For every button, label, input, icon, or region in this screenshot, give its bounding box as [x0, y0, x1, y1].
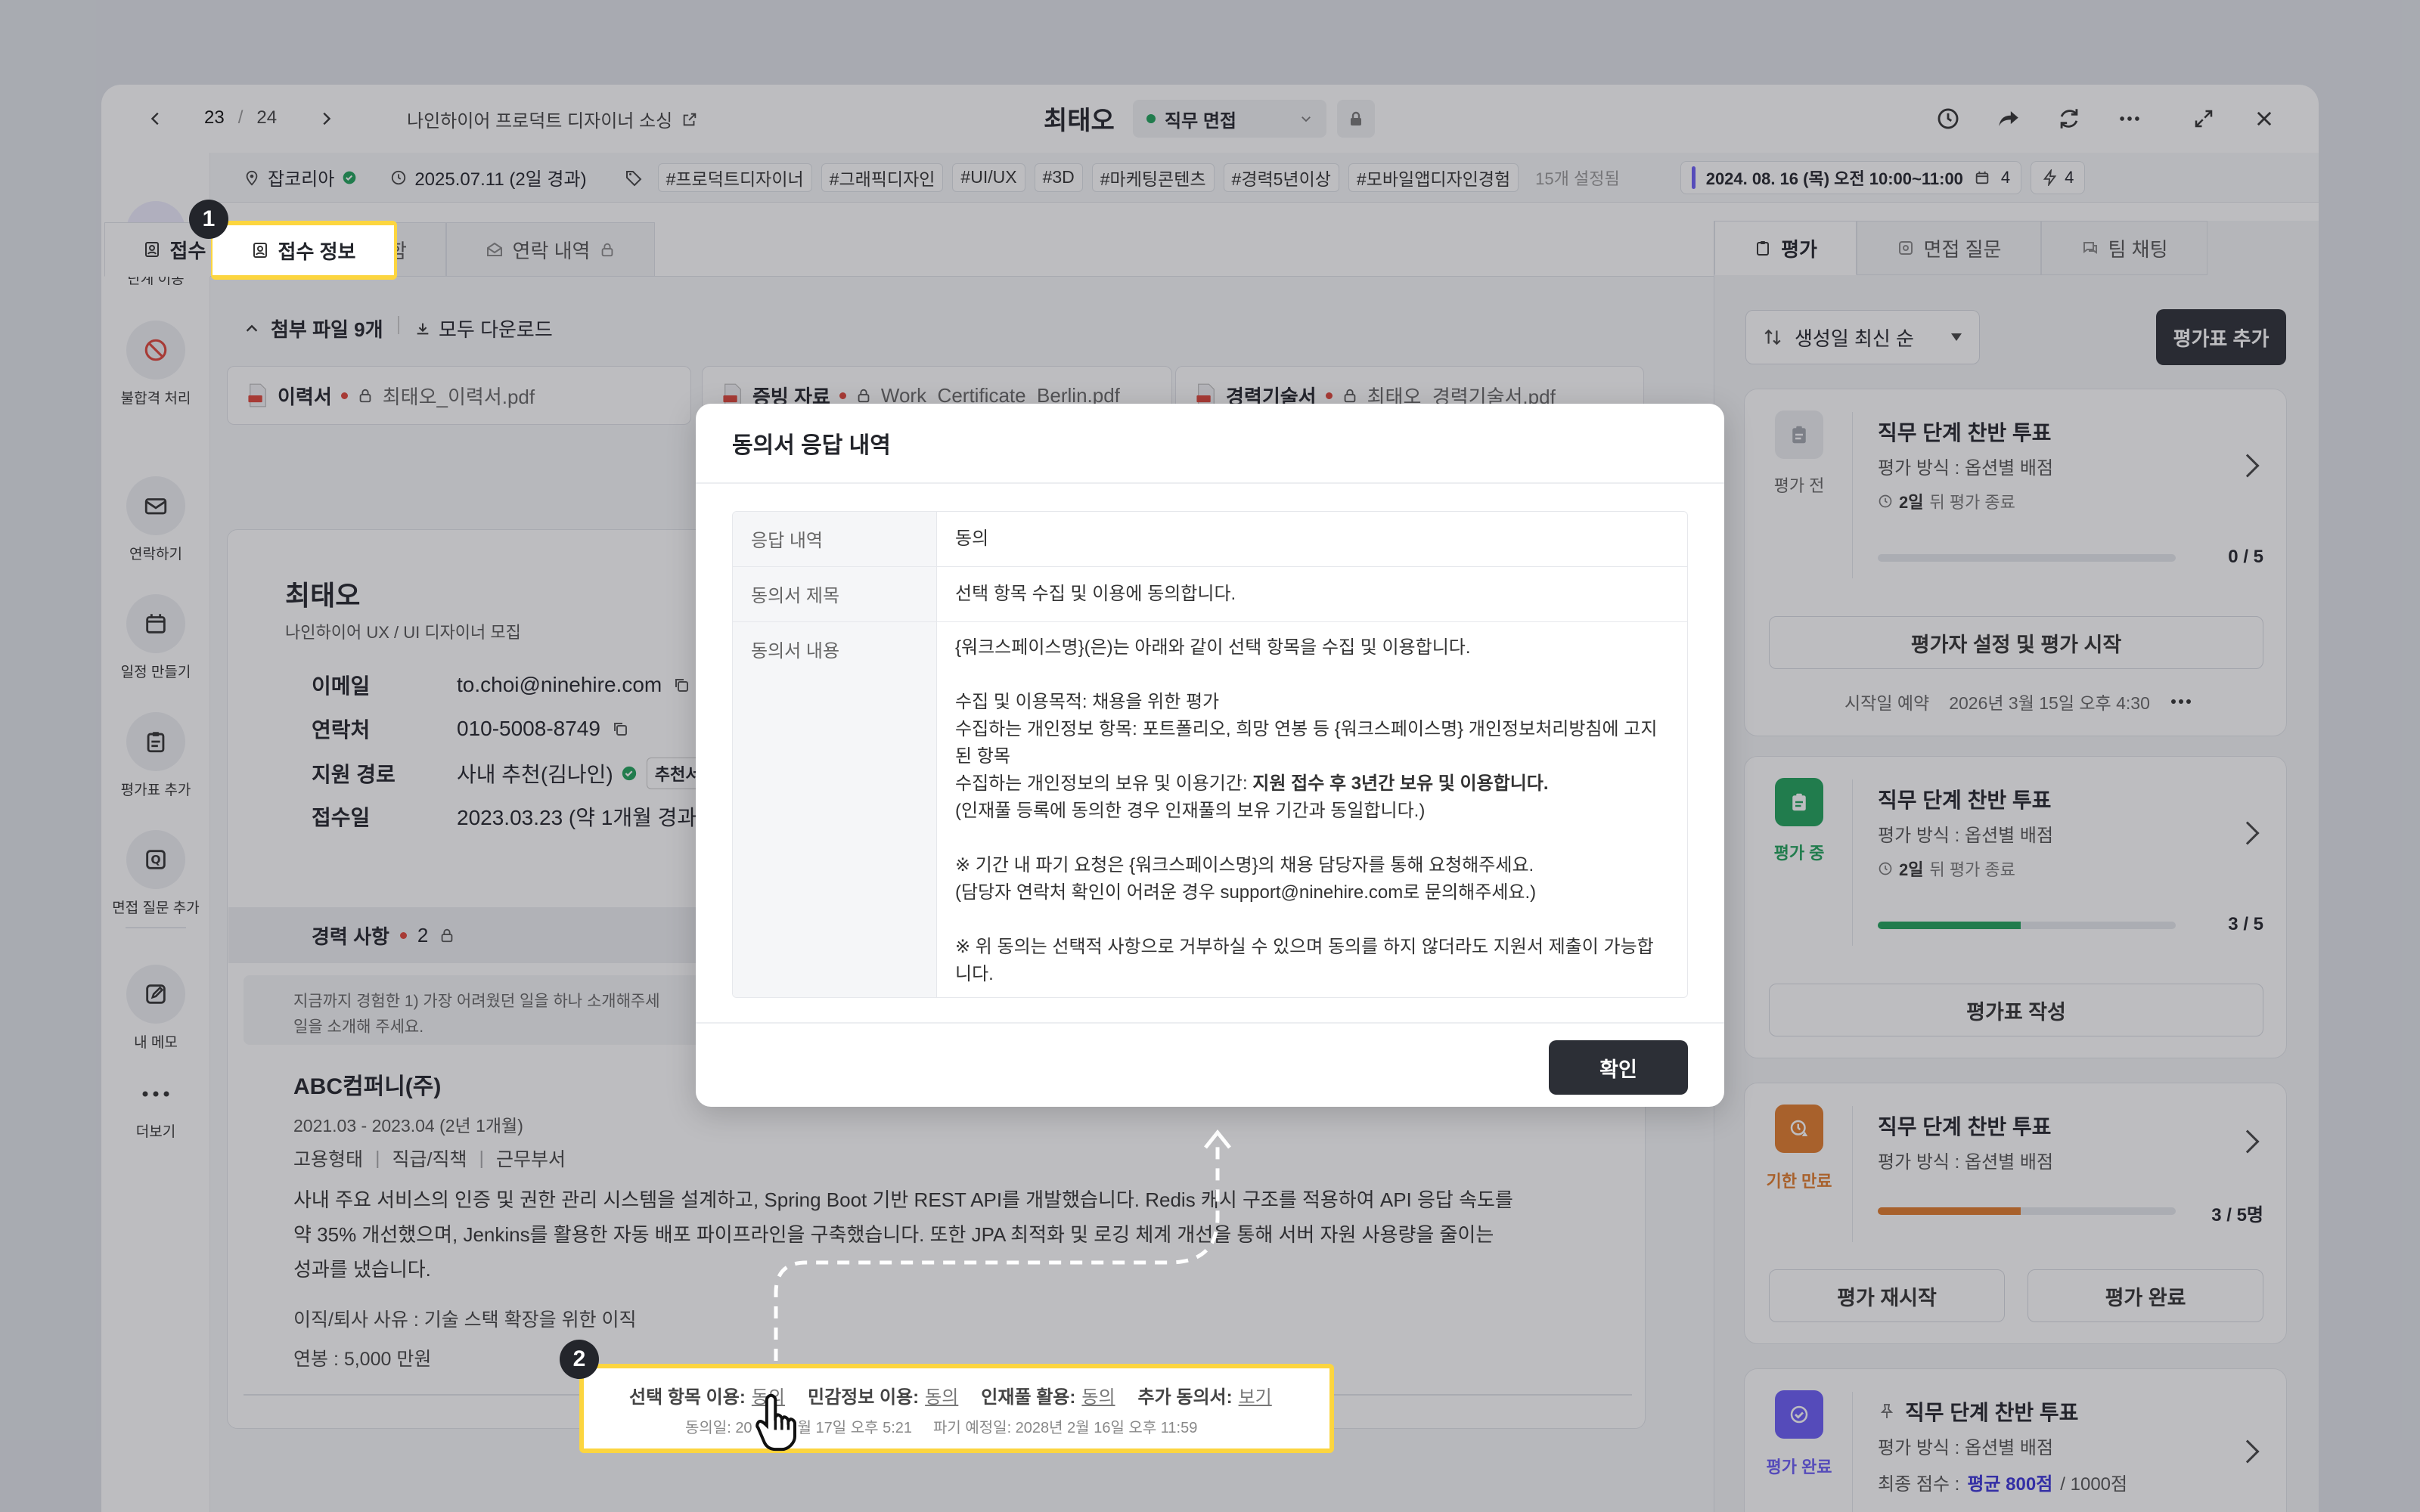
row-key: 동의서 제목 [733, 567, 937, 621]
consent-response-modal: 동의서 응답 내역 응답 내역 동의 동의서 제목 선택 항목 수집 및 이용에… [696, 404, 1724, 1107]
consent-talent-pool: 인재풀 활용: 동의 [981, 1382, 1115, 1408]
row-key: 응답 내역 [733, 512, 937, 566]
consent-expire: 파기 예정일: 2028년 2월 16일 오후 11:59 [933, 1420, 1198, 1436]
confirm-button[interactable]: 확인 [1549, 1040, 1688, 1095]
consent-date-suffix: 월 17일 오후 5:21 [797, 1420, 913, 1436]
row-value: 동의 [955, 528, 989, 549]
consent-key: 민감정보 이용: [807, 1387, 920, 1408]
table-row: 응답 내역 동의 [733, 512, 1687, 567]
content-line: ※ 기간 내 파기 요청은 {워크스페이스명}의 채용 담당자를 통해 요청해주… [955, 855, 1534, 875]
tab-reception-label: 접수 정보 [278, 240, 356, 263]
consent-date-prefix: 동의일: 20 [685, 1420, 752, 1436]
profile-card-icon [253, 243, 267, 258]
callout-badge-1: 1 [189, 200, 228, 239]
consent-value[interactable]: 동의 [1081, 1382, 1115, 1408]
consent-key: 선택 항목 이용: [629, 1387, 746, 1408]
content-bold: 지원 접수 후 3년간 보유 및 이용합니다. [1252, 773, 1549, 794]
consent-key: 인재풀 활용: [981, 1387, 1076, 1408]
consent-key: 추가 동의서: [1137, 1387, 1233, 1408]
callout-badge-2: 2 [560, 1340, 599, 1379]
consent-sensitive: 민감정보 이용: 동의 [808, 1382, 958, 1408]
content-line: (담당자 연락처 확인이 어려운 경우 support@ninehire.com… [955, 882, 1537, 903]
content-line: ※ 위 동의는 선택적 사항으로 거부하실 수 있으며 동의를 하지 않더라도 … [955, 937, 1654, 957]
content-line: 수집하는 개인정보의 보유 및 이용기간: 지원 접수 후 3년간 보유 및 이… [955, 770, 1669, 798]
row-key: 동의서 내용 [733, 622, 937, 997]
content-line: 수집 및 이용목적: 채용을 위한 평가 [955, 692, 1220, 712]
content-line: 수집하는 개인정보 항목: 포트폴리오, 희망 연봉 등 {워크스페이스명} 개… [955, 719, 1658, 739]
table-row: 동의서 내용 {워크스페이스명}(은)는 아래와 같이 선택 항목을 수집 및 … [733, 622, 1687, 997]
connector-arrow [774, 1129, 1231, 1361]
content-text: 수집하는 개인정보의 보유 및 이용기간: [955, 773, 1253, 794]
content-line: 된 항목 [955, 746, 1010, 767]
consent-content: {워크스페이스명}(은)는 아래와 같이 선택 항목을 수집 및 이용합니다. … [937, 622, 1687, 997]
content-line: 니다. [955, 964, 994, 984]
content-line: {워크스페이스명}(은)는 아래와 같이 선택 항목을 수집 및 이용합니다. [955, 637, 1471, 658]
content-line: (인재풀 등록에 동의한 경우 인재풀의 보유 기간과 동일합니다.) [955, 801, 1426, 821]
consent-value[interactable]: 동의 [925, 1382, 958, 1408]
consent-table: 응답 내역 동의 동의서 제목 선택 항목 수집 및 이용에 동의합니다. 동의… [732, 511, 1688, 998]
tab-reception-focus[interactable]: 접수 정보 [213, 225, 394, 275]
consent-value[interactable]: 보기 [1239, 1382, 1272, 1408]
row-value: 선택 항목 수집 및 이용에 동의합니다. [955, 584, 1236, 604]
consent-additional: 추가 동의서: 보기 [1138, 1382, 1272, 1408]
table-row: 동의서 제목 선택 항목 수집 및 이용에 동의합니다. [733, 567, 1687, 622]
divider [696, 1022, 1724, 1024]
divider [696, 482, 1724, 484]
consent-items: 선택 항목 이용:동의 민감정보 이용:동의 인재풀 활용:동의 추가 동의서:… [629, 1382, 1272, 1408]
consent-bar: 선택 항목 이용:동의 민감정보 이용:동의 인재풀 활용:동의 추가 동의서:… [579, 1364, 1334, 1453]
modal-title: 동의서 응답 내역 [732, 433, 891, 458]
hand-cursor-icon [755, 1393, 796, 1452]
